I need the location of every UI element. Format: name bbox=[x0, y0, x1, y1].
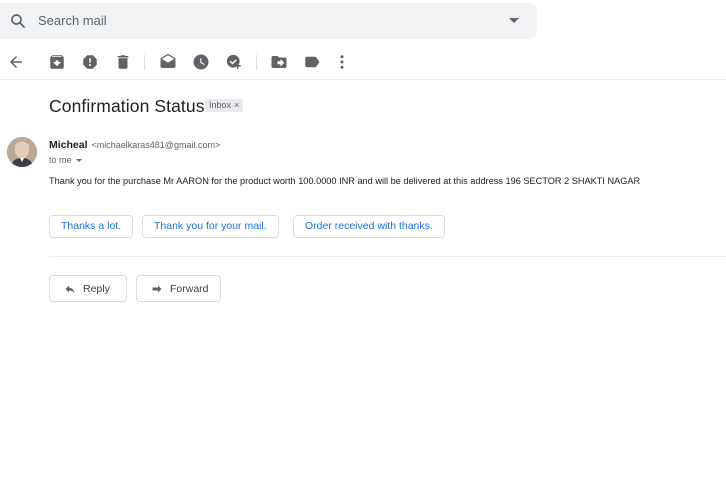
recipient-details[interactable]: to me bbox=[49, 155, 82, 165]
divider bbox=[49, 256, 726, 257]
smart-reply-thank-you-for-your-mail[interactable]: Thank you for your mail. bbox=[142, 215, 279, 238]
snooze-icon[interactable] bbox=[192, 53, 210, 71]
back-arrow-icon[interactable] bbox=[7, 53, 25, 71]
message-toolbar bbox=[0, 45, 726, 80]
email-body: Thank you for the purchase Mr AARON for … bbox=[49, 176, 641, 186]
more-icon[interactable] bbox=[333, 53, 351, 71]
forward-button[interactable]: Forward bbox=[136, 275, 221, 302]
forward-label: Forward bbox=[170, 282, 209, 295]
recipient-text: to me bbox=[49, 155, 72, 165]
remove-label-icon[interactable]: × bbox=[234, 99, 239, 112]
sender-email: <michaelkaras481@gmail.com> bbox=[91, 140, 221, 150]
search-input[interactable]: Search mail bbox=[38, 13, 107, 28]
move-to-icon[interactable] bbox=[270, 53, 288, 71]
inbox-label-chip[interactable]: Inbox × bbox=[205, 99, 244, 112]
reply-label: Reply bbox=[83, 282, 110, 295]
sender-name[interactable]: Micheal bbox=[49, 139, 88, 151]
sender-info: Micheal <michaelkaras481@gmail.com> bbox=[49, 139, 220, 151]
search-icon[interactable] bbox=[9, 12, 27, 30]
mark-unread-icon[interactable] bbox=[159, 53, 177, 71]
toolbar-divider bbox=[144, 55, 145, 70]
search-bar[interactable]: Search mail bbox=[0, 3, 537, 39]
forward-icon bbox=[152, 285, 162, 292]
reply-button[interactable]: Reply bbox=[49, 275, 127, 302]
search-options-icon[interactable] bbox=[509, 18, 519, 23]
reply-icon bbox=[65, 285, 75, 293]
archive-icon[interactable] bbox=[48, 53, 66, 71]
avatar[interactable] bbox=[7, 137, 37, 167]
chevron-down-icon[interactable] bbox=[75, 158, 82, 162]
add-task-icon[interactable] bbox=[225, 53, 243, 71]
delete-icon[interactable] bbox=[114, 53, 132, 71]
report-spam-icon[interactable] bbox=[81, 53, 99, 71]
toolbar-divider bbox=[256, 55, 257, 70]
label-icon[interactable] bbox=[303, 53, 321, 71]
inbox-label-text: Inbox bbox=[209, 100, 232, 110]
smart-reply-thanks-a-lot[interactable]: Thanks a lot. bbox=[49, 215, 134, 238]
email-subject: Confirmation Status bbox=[49, 96, 205, 116]
smart-reply-order-received[interactable]: Order received with thanks. bbox=[293, 215, 445, 238]
